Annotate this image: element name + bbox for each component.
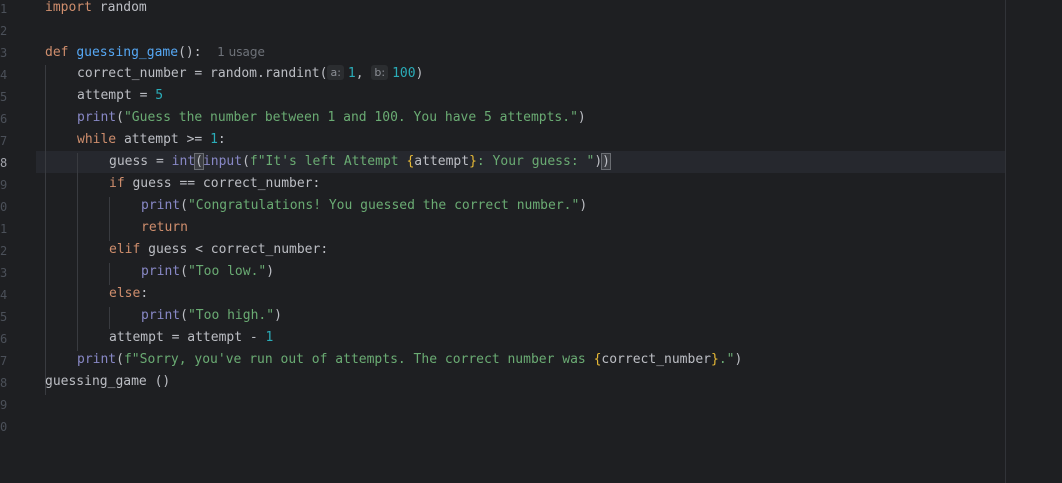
fstring-brace: } bbox=[710, 352, 719, 367]
code-text: random bbox=[91, 0, 147, 15]
code-text: : bbox=[140, 286, 149, 301]
code-line-9: if guess == correct_number: bbox=[109, 173, 320, 195]
string-literal: "Congratulations! You guessed the correc… bbox=[187, 198, 580, 213]
code-text: ) bbox=[594, 154, 603, 169]
code-text: ( bbox=[116, 352, 124, 367]
code-text: ( bbox=[116, 110, 124, 125]
keyword: while bbox=[77, 132, 117, 147]
builtin-function: int bbox=[171, 154, 196, 169]
code-text: ( bbox=[242, 154, 250, 169]
code-text: ) bbox=[579, 198, 588, 213]
code-editor[interactable]: 1 2 3 4 5 6 7 8 9 0 1 2 3 4 5 6 7 8 9 0 … bbox=[0, 0, 1062, 483]
code-line-18: guessing_game () bbox=[45, 371, 170, 393]
fstring-variable: correct_number bbox=[601, 352, 711, 367]
code-text: attempt = attempt - bbox=[109, 330, 266, 345]
code-line-15: print("Too high.") bbox=[141, 305, 282, 327]
string-literal: f"Sorry, you've run out of attempts. The… bbox=[123, 352, 594, 367]
number-literal: 1 bbox=[265, 330, 274, 345]
builtin-function: print bbox=[77, 110, 117, 125]
keyword: return bbox=[141, 220, 188, 235]
code-text: attempt = bbox=[77, 88, 156, 103]
parameter-hint-b: b: bbox=[371, 65, 389, 80]
code-text: guessing_game () bbox=[45, 374, 171, 389]
fstring-variable: attempt bbox=[414, 154, 470, 169]
builtin-function: print bbox=[141, 308, 181, 323]
code-line-1: import random bbox=[45, 0, 147, 19]
number-literal: 1 bbox=[210, 132, 218, 147]
code-text: ) bbox=[266, 264, 275, 279]
keyword: elif bbox=[109, 242, 141, 257]
code-area[interactable]: import random def guessing_game(): 1 usa… bbox=[0, 0, 1062, 483]
code-text: guess = bbox=[109, 154, 172, 169]
string-literal: "Too high." bbox=[187, 308, 275, 323]
code-text: attempt >= bbox=[116, 132, 211, 147]
code-line-16: attempt = attempt - 1 bbox=[109, 327, 273, 349]
number-literal: 5 bbox=[155, 88, 164, 103]
string-literal: "Too low." bbox=[187, 264, 267, 279]
code-line-5: attempt = 5 bbox=[77, 85, 163, 107]
code-line-4: correct_number = random.randint(a: 1, b: 1… bbox=[77, 63, 423, 85]
number-literal: 100 bbox=[392, 66, 416, 81]
keyword: def bbox=[45, 45, 69, 60]
number-literal: 1 bbox=[347, 66, 356, 81]
builtin-function: print bbox=[141, 264, 181, 279]
string-literal: "Guess the number between 1 and 100. You… bbox=[123, 110, 578, 125]
code-line-12: elif guess < correct_number: bbox=[109, 239, 328, 261]
builtin-function: print bbox=[141, 198, 181, 213]
code-text: ) bbox=[274, 308, 282, 323]
code-line-14: else: bbox=[109, 283, 148, 305]
code-text: correct_number = random.randint( bbox=[77, 66, 328, 81]
parameter-hint-a: a: bbox=[327, 65, 344, 80]
code-text: ) bbox=[734, 352, 743, 367]
code-text: guess == correct_number: bbox=[124, 176, 321, 191]
code-text: ( bbox=[180, 264, 188, 279]
code-text: (): bbox=[178, 45, 202, 60]
usage-count-hint[interactable]: 1 usage bbox=[217, 45, 265, 59]
code-line-10: print("Congratulations! You guessed the … bbox=[141, 195, 587, 217]
builtin-function: print bbox=[77, 352, 117, 367]
keyword: import bbox=[45, 0, 92, 15]
fstring-brace: } bbox=[469, 154, 477, 169]
code-line-6: print("Guess the number between 1 and 10… bbox=[77, 107, 586, 129]
string-literal: : Your guess: " bbox=[476, 154, 595, 169]
code-line-17: print(f"Sorry, you've run out of attempt… bbox=[77, 349, 742, 371]
keyword: else bbox=[109, 286, 141, 301]
code-text: ( bbox=[180, 308, 188, 323]
code-line-3: def guessing_game(): 1 usage bbox=[45, 41, 265, 63]
string-literal: f"It's left Attempt bbox=[249, 154, 407, 169]
code-text: ) bbox=[577, 110, 586, 125]
code-line-13: print("Too low.") bbox=[141, 261, 274, 283]
code-line-11: return bbox=[141, 217, 188, 239]
function-name: guessing_game bbox=[76, 45, 179, 60]
code-text: ( bbox=[180, 198, 188, 213]
builtin-function: input bbox=[202, 154, 243, 169]
code-line-8: guess = int(input(f"It's left Attempt {a… bbox=[109, 151, 611, 173]
code-text: , bbox=[355, 66, 372, 81]
matched-paren: ( bbox=[194, 153, 204, 170]
keyword: if bbox=[109, 176, 125, 191]
matched-paren: ) bbox=[601, 153, 611, 170]
string-literal: ." bbox=[718, 352, 735, 367]
code-text: guess < correct_number: bbox=[140, 242, 329, 257]
code-line-7: while attempt >= 1: bbox=[77, 129, 226, 151]
code-text: : bbox=[217, 132, 226, 147]
code-text: ) bbox=[415, 66, 424, 81]
